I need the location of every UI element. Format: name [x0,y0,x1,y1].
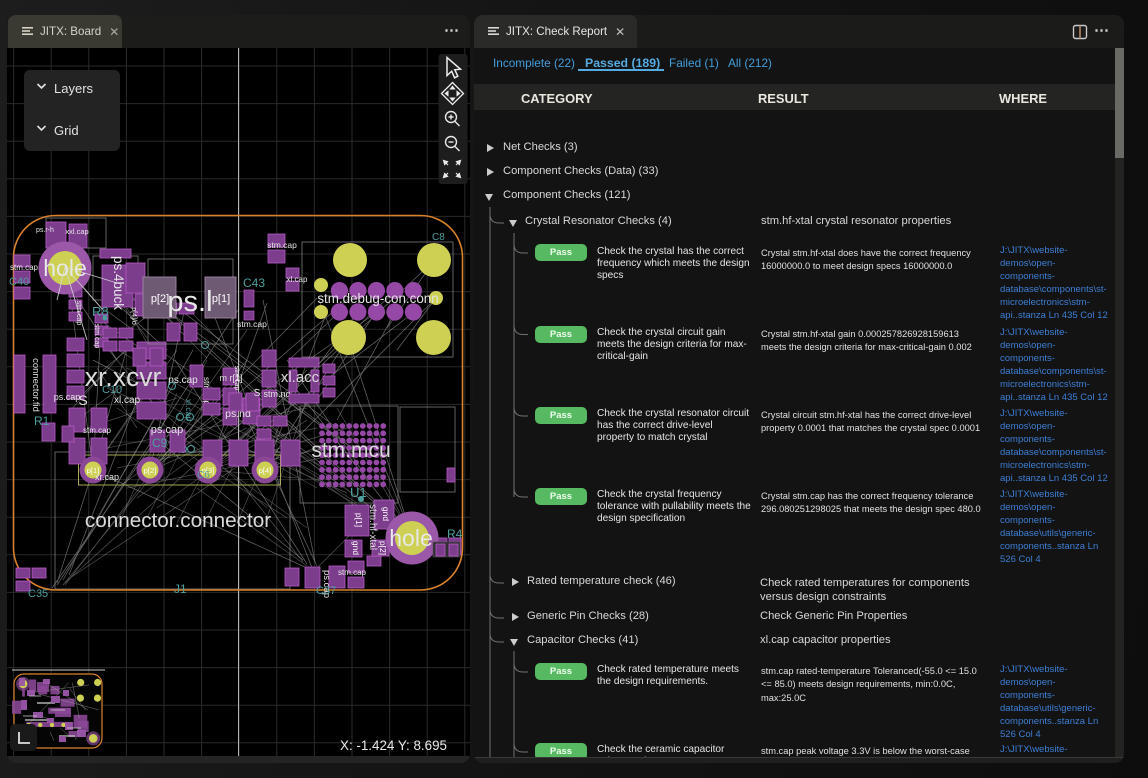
svg-text:C9: C9 [152,436,168,450]
svg-text:stm.cap: stm.cap [267,240,297,250]
svg-text:ps.r-h: ps.r-h [36,227,54,234]
svg-text:connector.connector: connector.connector [85,509,271,532]
svg-text:C10: C10 [102,384,122,396]
svg-text:stm.cap: stm.cap [338,568,367,577]
svg-text:ps.l: ps.l [167,286,212,318]
svg-text:ps.cap: ps.cap [151,424,183,436]
svg-text:hole: hole [43,255,86,281]
svg-text:p[2]: p[2] [151,293,169,305]
svg-text:stm.cap: stm.cap [10,263,39,272]
svg-text:ps.cap: ps.cap [54,392,81,402]
svg-text:C35: C35 [28,588,48,600]
svg-text:C43: C43 [243,276,265,290]
svg-text:stm.cap: stm.cap [237,319,267,329]
svg-text:C40: C40 [9,276,29,288]
svg-text:p[1]: p[1] [212,293,230,305]
svg-text:stm.cap: stm.cap [233,366,240,391]
svg-text:stm.cap: stm.cap [93,324,100,349]
svg-text:C37: C37 [316,585,336,597]
svg-text:p[4]: p[4] [259,466,272,475]
svg-text:stm.mcu: stm.mcu [311,439,390,462]
svg-text:xl.acc: xl.acc [281,369,320,386]
svg-text:p[2]: p[2] [378,541,388,555]
svg-text:stm.nd: stm.nd [263,389,290,399]
svg-text:xxl.cap: xxl.cap [65,227,88,236]
svg-text:S: S [254,388,261,399]
svg-text:stm.cap: stm.cap [75,301,82,326]
svg-text:gnd: gnd [351,541,361,555]
svg-text:ps.cap: ps.cap [168,375,198,386]
svg-text:R4: R4 [447,527,463,541]
svg-text:xl.cap: xl.cap [114,395,141,406]
svg-text:xl.cap: xl.cap [184,399,194,421]
svg-text:p[1]: p[1] [354,513,364,527]
svg-text:hole: hole [389,525,432,551]
svg-text:stm.hf-xtal: stm.hf-xtal [367,504,378,550]
svg-text:p[2]: p[2] [144,466,157,475]
svg-text:gnd: gnd [381,507,391,521]
svg-text:xr.xcvr: xr.xcvr [85,362,162,392]
svg-text:R1: R1 [34,414,50,428]
svg-text:xr.cap: xr.cap [95,472,119,482]
svg-text:ps.4buck: ps.4buck [111,256,126,310]
svg-text:C6: C6 [197,470,210,481]
svg-text:stm.cap: stm.cap [83,426,112,435]
svg-text:connector.fid: connector.fid [30,358,41,412]
svg-text:S: S [78,392,87,408]
svg-text:J1: J1 [174,582,187,596]
svg-text:C8: C8 [432,232,445,243]
svg-text:p[4]/o: p[4]/o [130,307,137,325]
svg-text:stm.debug-con.conn: stm.debug-con.conn [317,291,438,306]
svg-text:xl.cap: xl.cap [287,275,308,284]
